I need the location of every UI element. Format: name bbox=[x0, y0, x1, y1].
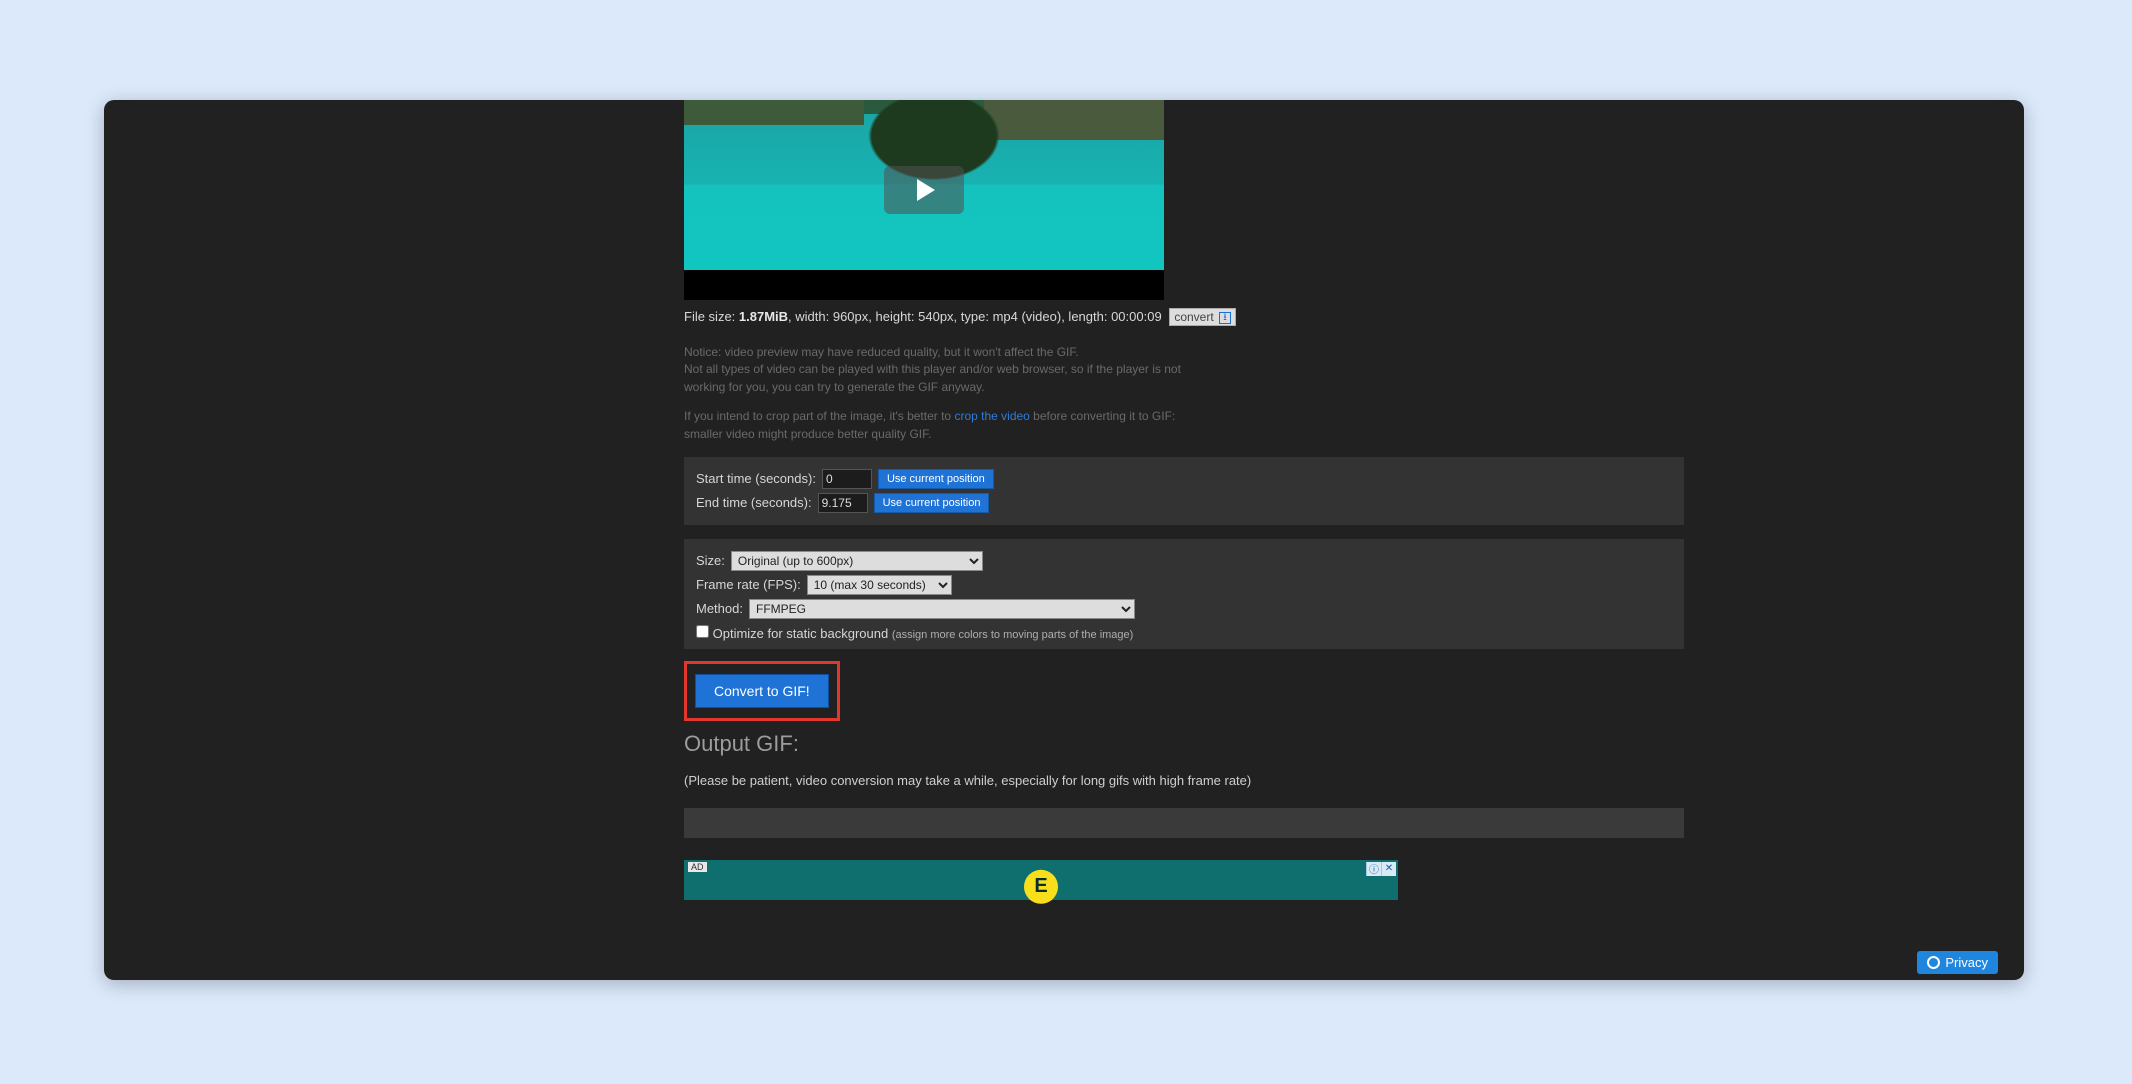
download-icon: ⭳ bbox=[1219, 312, 1231, 324]
method-select[interactable]: FFMPEG bbox=[749, 599, 1135, 619]
video-preview[interactable] bbox=[684, 100, 1164, 300]
gear-icon bbox=[1927, 956, 1940, 969]
notice-line-1: Notice: video preview may have reduced q… bbox=[684, 344, 1194, 361]
notice-block: Notice: video preview may have reduced q… bbox=[684, 344, 1194, 443]
time-panel: Start time (seconds): Use current positi… bbox=[684, 457, 1684, 525]
ad-banner[interactable]: AD E ⓘ ✕ bbox=[684, 860, 1398, 900]
page-scroll[interactable]: File size: 1.87MiB, width: 960px, height… bbox=[104, 100, 2008, 976]
convert-chip[interactable]: convert ⭳ bbox=[1169, 308, 1236, 326]
use-current-start-button[interactable]: Use current position bbox=[878, 469, 994, 489]
notice-line-3a: If you intend to crop part of the image,… bbox=[684, 409, 954, 423]
output-heading: Output GIF: bbox=[684, 731, 1684, 757]
ad-logo: E bbox=[1024, 870, 1058, 904]
start-time-input[interactable] bbox=[822, 469, 872, 489]
output-placeholder bbox=[684, 808, 1684, 838]
ad-info-icon[interactable]: ⓘ bbox=[1366, 862, 1381, 876]
file-info-rest: , width: 960px, height: 540px, type: mp4… bbox=[788, 309, 1162, 324]
end-time-label: End time (seconds): bbox=[696, 495, 812, 510]
browser-frame: File size: 1.87MiB, width: 960px, height… bbox=[104, 100, 2024, 980]
file-size-prefix: File size: bbox=[684, 309, 739, 324]
main-content: File size: 1.87MiB, width: 960px, height… bbox=[684, 100, 1684, 960]
privacy-label: Privacy bbox=[1945, 955, 1988, 970]
start-time-label: Start time (seconds): bbox=[696, 471, 816, 486]
notice-line-2: Not all types of video can be played wit… bbox=[684, 361, 1194, 396]
optimize-sublabel: (assign more colors to moving parts of t… bbox=[892, 629, 1134, 641]
convert-chip-label: convert bbox=[1174, 310, 1213, 324]
optimize-checkbox[interactable] bbox=[696, 625, 709, 638]
play-button[interactable] bbox=[884, 166, 964, 214]
size-label: Size: bbox=[696, 553, 725, 568]
convert-highlight: Convert to GIF! bbox=[684, 661, 840, 721]
use-current-end-button[interactable]: Use current position bbox=[874, 493, 990, 513]
fps-select[interactable]: 10 (max 30 seconds) bbox=[807, 575, 952, 595]
end-time-input[interactable] bbox=[818, 493, 868, 513]
fps-label: Frame rate (FPS): bbox=[696, 577, 801, 592]
play-icon bbox=[917, 179, 935, 201]
convert-to-gif-button[interactable]: Convert to GIF! bbox=[695, 674, 829, 708]
ad-tag: AD bbox=[688, 862, 707, 872]
crop-video-link[interactable]: crop the video bbox=[954, 409, 1029, 423]
patient-note: (Please be patient, video conversion may… bbox=[684, 773, 1684, 788]
size-select[interactable]: Original (up to 600px) bbox=[731, 551, 983, 571]
options-panel: Size: Original (up to 600px) Frame rate … bbox=[684, 539, 1684, 649]
method-label: Method: bbox=[696, 601, 743, 616]
optimize-label: Optimize for static background bbox=[713, 626, 889, 641]
privacy-button[interactable]: Privacy bbox=[1917, 951, 1998, 974]
ad-close-icon[interactable]: ✕ bbox=[1381, 862, 1396, 876]
file-size-value: 1.87MiB bbox=[739, 309, 788, 324]
file-info: File size: 1.87MiB, width: 960px, height… bbox=[684, 308, 1684, 326]
